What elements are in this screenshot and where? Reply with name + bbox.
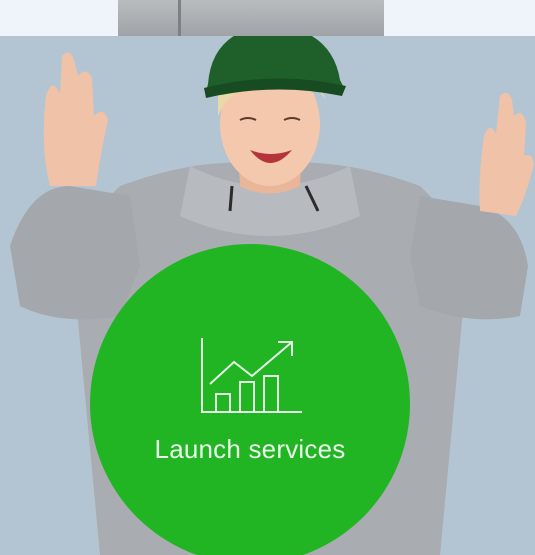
growth-chart-icon xyxy=(201,338,302,413)
launch-services-card[interactable]: Launch services xyxy=(90,244,410,555)
previous-section-edge xyxy=(0,0,535,36)
hoodie-fragment xyxy=(118,0,384,36)
hero-banner: Launch services xyxy=(0,36,535,555)
service-label: Launch services xyxy=(154,434,346,464)
page: Launch services xyxy=(0,0,535,555)
hoodie-zip xyxy=(178,0,181,36)
